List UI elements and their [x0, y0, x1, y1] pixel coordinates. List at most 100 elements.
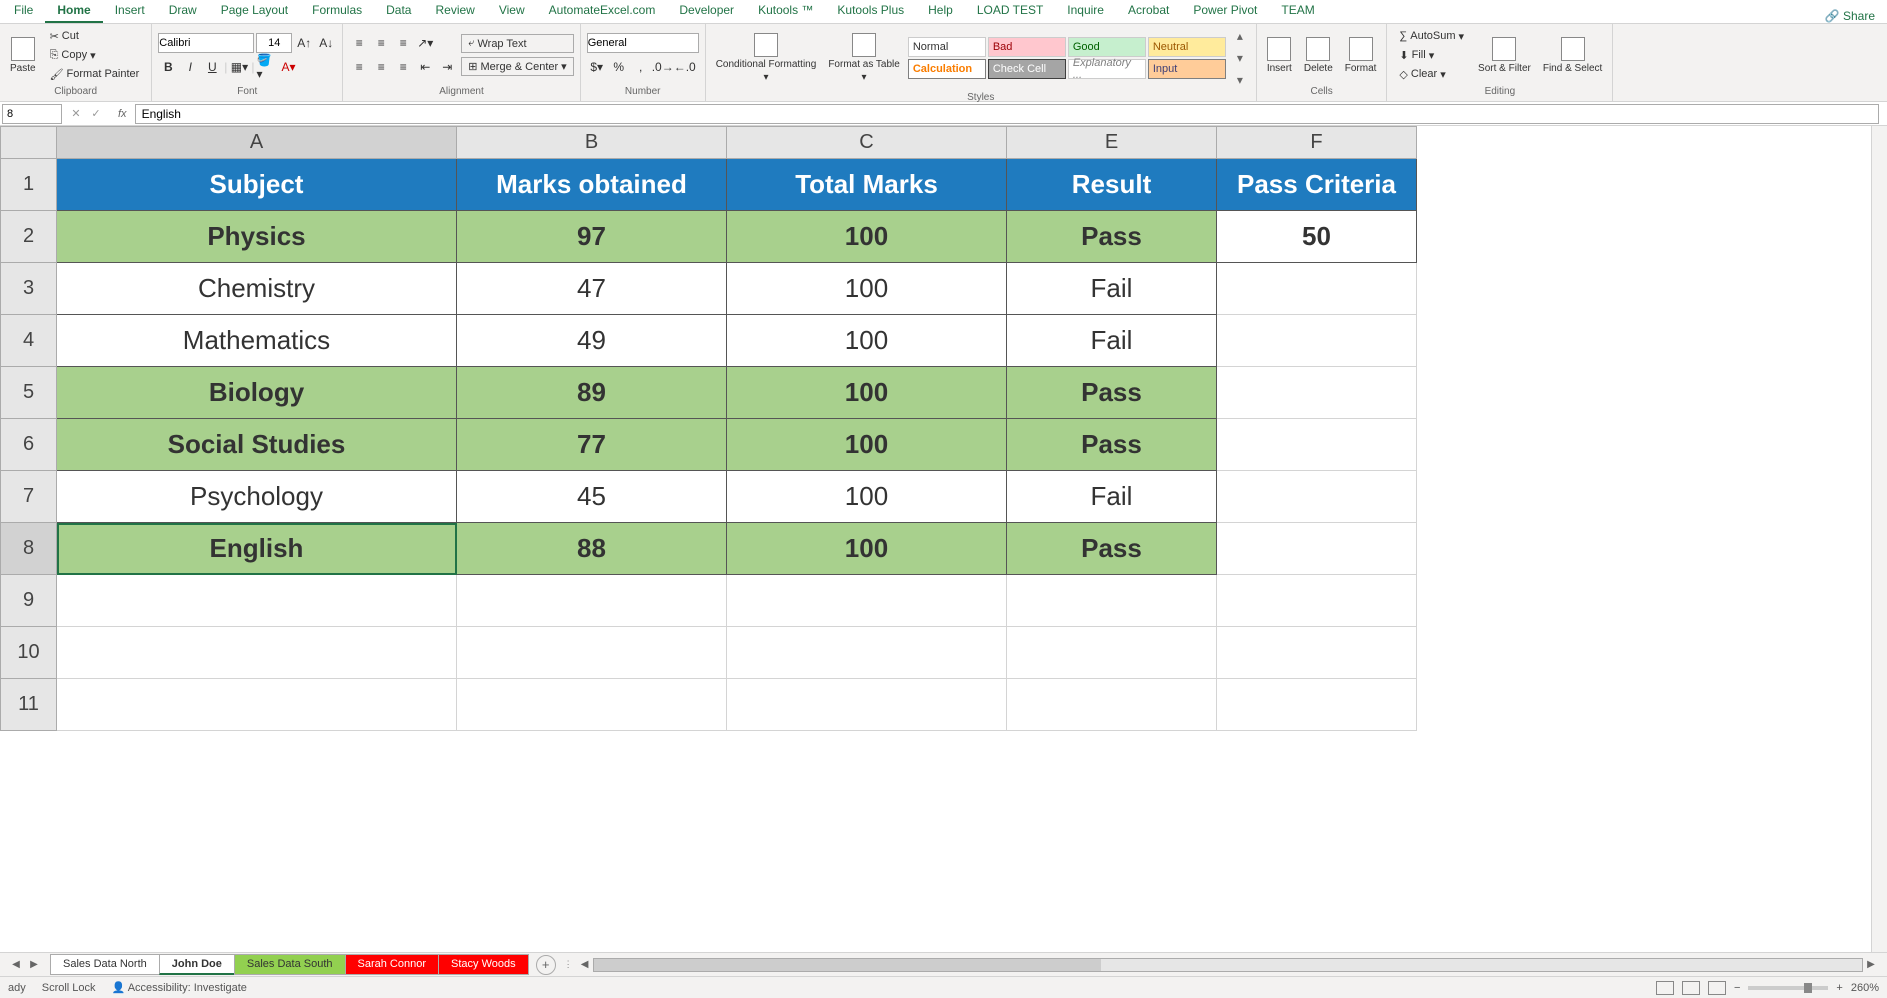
cancel-formula-icon[interactable]: ✕: [68, 106, 84, 122]
styles-scroll-down-icon[interactable]: ▾: [1230, 48, 1250, 68]
share-button[interactable]: 🔗 Share: [1825, 9, 1875, 23]
column-header-A[interactable]: A: [57, 127, 457, 159]
menu-tab-developer[interactable]: Developer: [667, 0, 746, 23]
cell-A3[interactable]: Chemistry: [57, 263, 457, 315]
menu-tab-automateexcel-com[interactable]: AutomateExcel.com: [537, 0, 668, 23]
horizontal-scrollbar[interactable]: ⋮ ◀ ▶: [564, 957, 1879, 973]
cell-E1[interactable]: Result: [1007, 159, 1217, 211]
format-as-table-button[interactable]: Format as Table▾: [824, 31, 904, 85]
find-select-button[interactable]: Find & Select: [1539, 35, 1606, 76]
cell-B4[interactable]: 49: [457, 315, 727, 367]
row-header-4[interactable]: 4: [1, 315, 57, 367]
style-check-cell[interactable]: Check Cell: [988, 59, 1066, 79]
enter-formula-icon[interactable]: ✓: [88, 106, 104, 122]
cell-C3[interactable]: 100: [727, 263, 1007, 315]
menu-tab-draw[interactable]: Draw: [157, 0, 209, 23]
cell-F3[interactable]: [1217, 263, 1417, 315]
row-header-9[interactable]: 9: [1, 575, 57, 627]
menu-tab-home[interactable]: Home: [45, 0, 102, 23]
bold-button[interactable]: B: [158, 57, 178, 77]
align-bottom-icon[interactable]: ≡: [393, 33, 413, 53]
align-right-icon[interactable]: ≡: [393, 57, 413, 77]
cell-B6[interactable]: 77: [457, 419, 727, 471]
view-page-break-icon[interactable]: [1708, 981, 1726, 995]
styles-more-icon[interactable]: ▾: [1230, 70, 1250, 90]
column-header-B[interactable]: B: [457, 127, 727, 159]
cell-E5[interactable]: Pass: [1007, 367, 1217, 419]
merge-center-button[interactable]: ⊞ Merge & Center ▾: [461, 57, 573, 76]
cell-C7[interactable]: 100: [727, 471, 1007, 523]
percent-icon[interactable]: %: [609, 57, 629, 77]
row-header-10[interactable]: 10: [1, 627, 57, 679]
cell-A1[interactable]: Subject: [57, 159, 457, 211]
style-normal[interactable]: Normal: [908, 37, 986, 57]
cell-E10[interactable]: [1007, 627, 1217, 679]
font-color-button[interactable]: A▾: [279, 57, 299, 77]
style-neutral[interactable]: Neutral: [1148, 37, 1226, 57]
row-header-7[interactable]: 7: [1, 471, 57, 523]
cell-B7[interactable]: 45: [457, 471, 727, 523]
vertical-scrollbar[interactable]: [1871, 126, 1887, 952]
format-cells-button[interactable]: Format: [1341, 35, 1381, 76]
cell-A4[interactable]: Mathematics: [57, 315, 457, 367]
borders-button[interactable]: ▦▾: [229, 57, 249, 77]
cell-E3[interactable]: Fail: [1007, 263, 1217, 315]
zoom-out-icon[interactable]: −: [1734, 982, 1740, 994]
orientation-icon[interactable]: ↗▾: [415, 33, 435, 53]
menu-tab-data[interactable]: Data: [374, 0, 423, 23]
style-input[interactable]: Input: [1148, 59, 1226, 79]
style-good[interactable]: Good: [1068, 37, 1146, 57]
cell-F2[interactable]: 50: [1217, 211, 1417, 263]
menu-tab-load-test[interactable]: LOAD TEST: [965, 0, 1055, 23]
hscroll-right-icon[interactable]: ▶: [1863, 957, 1879, 973]
style-explanatory[interactable]: Explanatory ...: [1068, 59, 1146, 79]
cell-C10[interactable]: [727, 627, 1007, 679]
insert-cells-button[interactable]: Insert: [1263, 35, 1296, 76]
menu-tab-kutools-plus[interactable]: Kutools Plus: [825, 0, 916, 23]
sheet-tab-sarah-connor[interactable]: Sarah Connor: [345, 954, 440, 975]
sheet-nav-prev-icon[interactable]: ◀: [8, 957, 24, 973]
cell-C2[interactable]: 100: [727, 211, 1007, 263]
cell-C1[interactable]: Total Marks: [727, 159, 1007, 211]
row-header-6[interactable]: 6: [1, 419, 57, 471]
cell-C8[interactable]: 100: [727, 523, 1007, 575]
row-header-2[interactable]: 2: [1, 211, 57, 263]
cell-A6[interactable]: Social Studies: [57, 419, 457, 471]
wrap-text-button[interactable]: ⤶ Wrap Text: [461, 34, 573, 53]
cell-A10[interactable]: [57, 627, 457, 679]
spreadsheet-grid[interactable]: ABCEF1SubjectMarks obtainedTotal MarksRe…: [0, 126, 1887, 952]
menu-tab-help[interactable]: Help: [916, 0, 965, 23]
decrease-font-icon[interactable]: A↓: [316, 33, 336, 53]
sheet-tab-john-doe[interactable]: John Doe: [159, 954, 235, 975]
menu-tab-power-pivot[interactable]: Power Pivot: [1181, 0, 1269, 23]
font-size-select[interactable]: [256, 33, 292, 53]
row-header-3[interactable]: 3: [1, 263, 57, 315]
menu-tab-acrobat[interactable]: Acrobat: [1116, 0, 1181, 23]
cell-F1[interactable]: Pass Criteria: [1217, 159, 1417, 211]
delete-cells-button[interactable]: Delete: [1300, 35, 1337, 76]
cell-F7[interactable]: [1217, 471, 1417, 523]
cell-C5[interactable]: 100: [727, 367, 1007, 419]
cell-A5[interactable]: Biology: [57, 367, 457, 419]
cell-E7[interactable]: Fail: [1007, 471, 1217, 523]
cell-A11[interactable]: [57, 679, 457, 731]
fill-button[interactable]: ⬇ Fill ▾: [1393, 47, 1470, 64]
row-header-5[interactable]: 5: [1, 367, 57, 419]
menu-tab-page-layout[interactable]: Page Layout: [209, 0, 300, 23]
column-header-F[interactable]: F: [1217, 127, 1417, 159]
conditional-formatting-button[interactable]: Conditional Formatting▾: [712, 31, 821, 85]
menu-tab-team[interactable]: TEAM: [1269, 0, 1326, 23]
column-header-E[interactable]: E: [1007, 127, 1217, 159]
cell-C11[interactable]: [727, 679, 1007, 731]
status-accessibility[interactable]: 👤 Accessibility: Investigate: [112, 981, 247, 994]
increase-font-icon[interactable]: A↑: [294, 33, 314, 53]
row-header-1[interactable]: 1: [1, 159, 57, 211]
fx-icon[interactable]: fx: [118, 108, 127, 120]
cell-C4[interactable]: 100: [727, 315, 1007, 367]
number-format-select[interactable]: [587, 33, 699, 53]
row-header-8[interactable]: 8: [1, 523, 57, 575]
cell-F4[interactable]: [1217, 315, 1417, 367]
menu-tab-formulas[interactable]: Formulas: [300, 0, 374, 23]
add-sheet-button[interactable]: +: [536, 955, 556, 975]
styles-scroll-up-icon[interactable]: ▴: [1230, 26, 1250, 46]
